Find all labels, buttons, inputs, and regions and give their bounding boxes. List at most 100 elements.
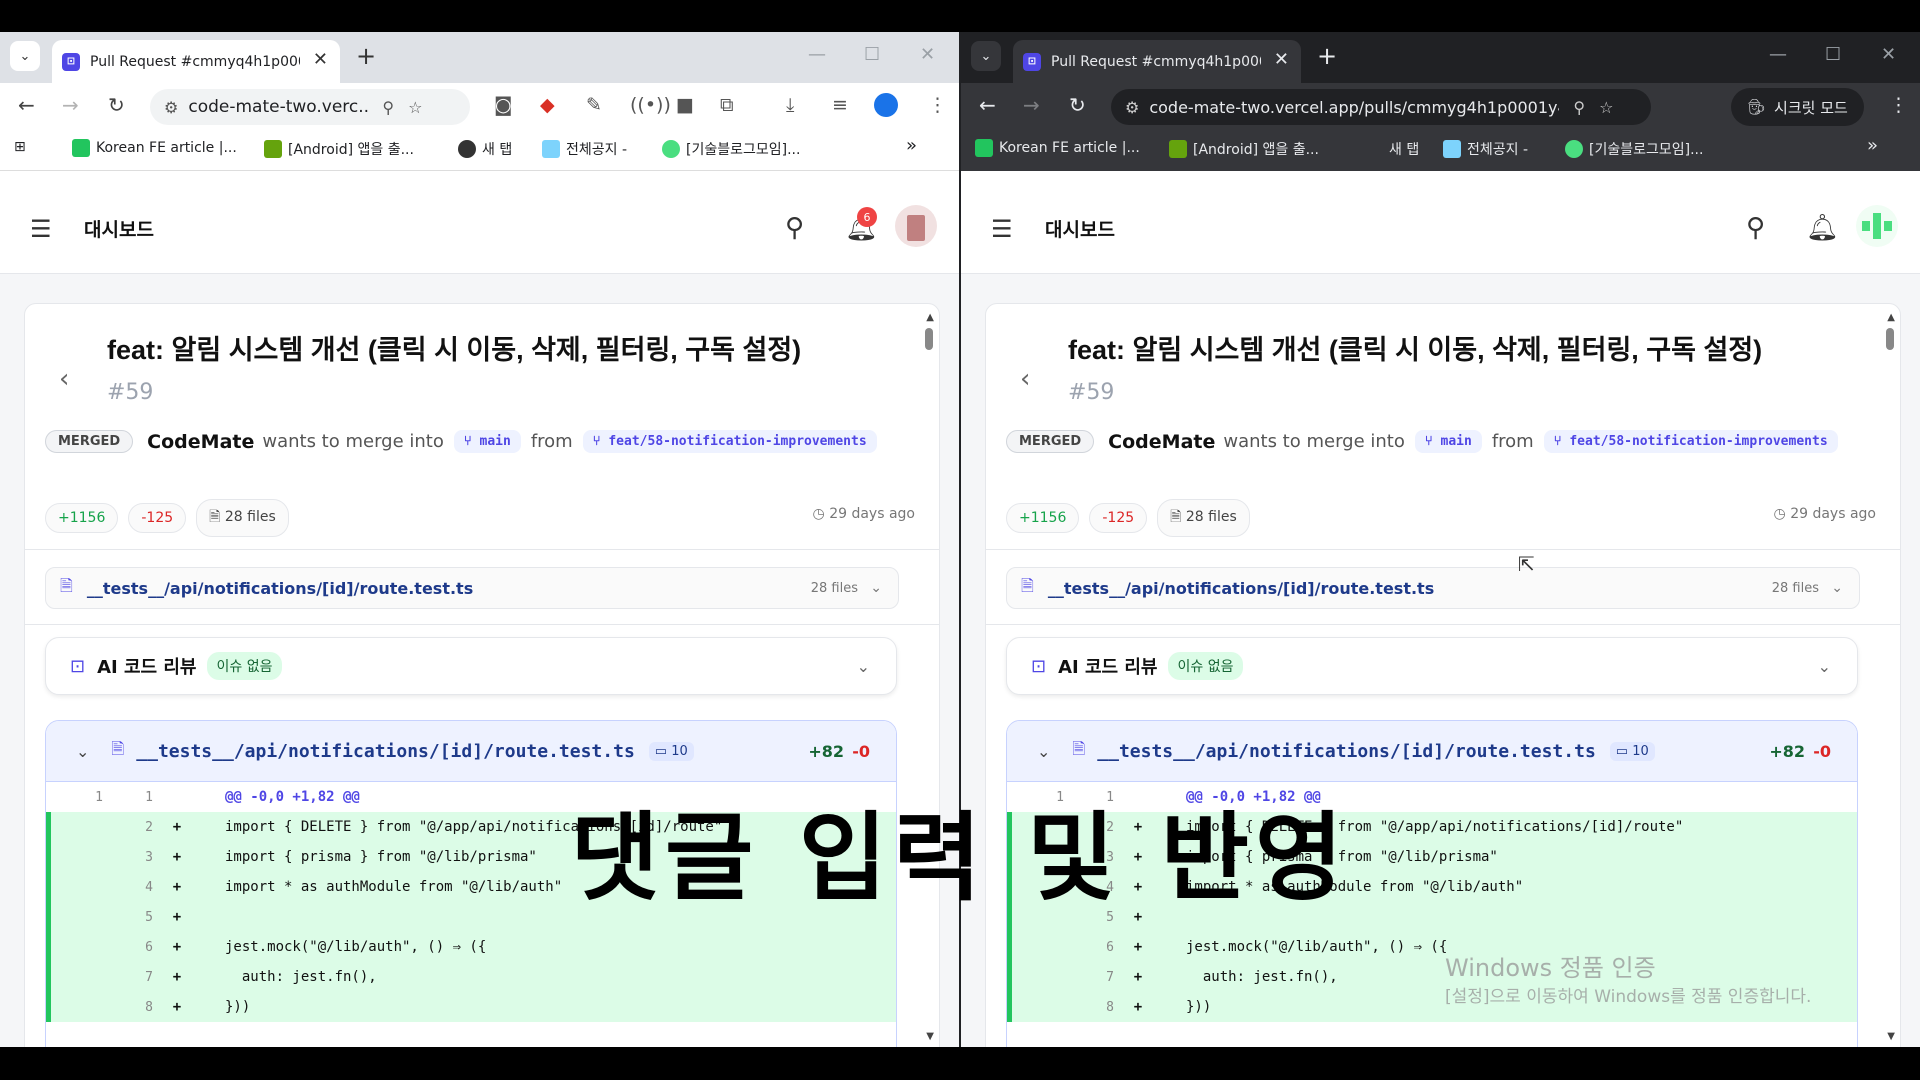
back-icon[interactable]: ← xyxy=(18,93,35,117)
chevron-down-icon[interactable]: ⌄ xyxy=(1818,657,1831,676)
avatar[interactable] xyxy=(895,205,937,247)
chevron-down-icon[interactable]: ⌄ xyxy=(1037,742,1050,761)
close-window-icon[interactable]: ✕ xyxy=(920,44,935,65)
close-window-icon[interactable]: ✕ xyxy=(1881,44,1896,65)
zoom-icon[interactable]: ⚲ xyxy=(382,98,394,117)
bookmark-item[interactable]: [기술블로그모임]... xyxy=(662,139,800,159)
target-branch[interactable]: ⑂ main xyxy=(453,430,521,453)
hamburger-icon[interactable]: ☰ xyxy=(991,215,1013,243)
file-selector-count: 28 files xyxy=(1771,580,1819,596)
bookmark-item[interactable]: 전체공지 - xyxy=(1443,139,1528,159)
chevron-left-icon[interactable]: ‹ xyxy=(1020,364,1030,394)
browser-tab[interactable]: ⊡ Pull Request #cmmyq4h1p000 ✕ xyxy=(52,40,340,83)
more-menu-icon[interactable]: ⋮ xyxy=(928,94,947,116)
source-branch[interactable]: ⑂ feat/58-notification-improvements xyxy=(1543,430,1838,453)
scroll-down-icon[interactable]: ▼ xyxy=(926,1031,934,1042)
bookmark-item[interactable]: 전체공지 - xyxy=(542,139,627,159)
camera-icon[interactable]: ◙ xyxy=(494,94,512,116)
bookmark-favicon-icon xyxy=(975,139,993,157)
new-line-number: 6 xyxy=(1106,939,1114,955)
ai-review-panel[interactable]: ⊡ AI 코드 리뷰 이슈 없음 ⌄ xyxy=(45,637,897,695)
bookmark-item[interactable]: [Android] 앱을 출... xyxy=(264,139,414,159)
diff-line[interactable]: 7 + auth: jest.fn(), xyxy=(46,962,896,992)
divider xyxy=(25,624,939,625)
download-icon[interactable]: ⤓ xyxy=(786,94,794,116)
diff-filename[interactable]: __tests__/api/notifications/[id]/route.t… xyxy=(1097,741,1596,762)
reload-icon[interactable]: ↻ xyxy=(108,93,125,117)
incognito-label: 시크릿 모드 xyxy=(1774,98,1848,117)
maximize-icon[interactable]: ☐ xyxy=(1825,44,1841,65)
apps-grid-icon[interactable]: ⊞ xyxy=(14,139,26,155)
extension-red-icon[interactable]: ◆ xyxy=(540,94,555,116)
diff-line[interactable]: 6 + jest.mock("@/lib/auth", () ⇒ ({ xyxy=(1007,932,1857,962)
minimize-icon[interactable]: — xyxy=(808,44,826,65)
diff-line[interactable]: 6 + jest.mock("@/lib/auth", () ⇒ ({ xyxy=(46,932,896,962)
close-tab-icon[interactable]: ✕ xyxy=(1274,49,1289,70)
search-icon[interactable]: ⚲ xyxy=(785,213,804,243)
reload-icon[interactable]: ↻ xyxy=(1069,93,1086,117)
bookmark-star-icon[interactable]: ☆ xyxy=(1599,98,1613,117)
pr-stats: +1156 -125 🗎︎ 28 files xyxy=(1006,499,1260,537)
address-bar[interactable]: ⚙ code-mate-two.verc... ⚲ ☆ xyxy=(150,89,470,125)
tab-search-button[interactable]: ⌄ xyxy=(971,41,1001,71)
pr-card: ‹ feat: 알림 시스템 개선 (클릭 시 이동, 삭제, 필터링, 구독 … xyxy=(985,303,1901,1047)
chevron-down-icon[interactable]: ⌄ xyxy=(857,657,870,676)
source-branch[interactable]: ⑂ feat/58-notification-improvements xyxy=(582,430,877,453)
new-tab-button[interactable]: + xyxy=(356,42,376,70)
comment-icon: ▭ xyxy=(1615,743,1633,759)
scrollbar-thumb[interactable] xyxy=(1886,328,1894,350)
scroll-down-icon[interactable]: ▼ xyxy=(1887,1031,1895,1042)
browser-tab[interactable]: ⊡ Pull Request #cmmyq4h1p000 ✕ xyxy=(1013,40,1301,83)
bookmark-favicon-icon xyxy=(542,140,560,158)
chevron-down-icon[interactable]: ⌄ xyxy=(76,742,89,761)
new-tab-button[interactable]: + xyxy=(1317,42,1337,70)
incognito-indicator[interactable]: 🕵︎ 시크릿 모드 xyxy=(1731,88,1864,126)
scrollbar[interactable]: ▲ ▼ xyxy=(925,312,934,1042)
extensions-puzzle-icon[interactable]: ⧉ xyxy=(720,94,734,116)
more-bookmarks-icon[interactable]: » xyxy=(906,135,917,156)
scroll-up-icon[interactable]: ▲ xyxy=(926,312,934,323)
scrollbar[interactable]: ▲ ▼ xyxy=(1886,312,1895,1042)
zoom-icon[interactable]: ⚲ xyxy=(1573,98,1585,117)
bell-icon[interactable]: 🔔︎ xyxy=(1806,213,1839,243)
forward-icon[interactable]: → xyxy=(1023,93,1040,117)
bookmark-item[interactable]: [기술블로그모임]... xyxy=(1565,139,1703,159)
more-menu-icon[interactable]: ⋮ xyxy=(1889,94,1908,116)
maximize-icon[interactable]: ☐ xyxy=(864,44,880,65)
file-selector[interactable]: 🗎︎ __tests__/api/notifications/[id]/rout… xyxy=(45,567,899,609)
hamburger-icon[interactable]: ☰ xyxy=(30,215,52,243)
target-branch[interactable]: ⑂ main xyxy=(1414,430,1482,453)
bookmark-item[interactable]: Korean FE article |... xyxy=(975,139,1140,157)
profile-avatar-icon[interactable] xyxy=(874,93,898,117)
chevron-left-icon[interactable]: ‹ xyxy=(59,364,69,394)
diff-line[interactable]: 8 +})) xyxy=(46,992,896,1022)
extension-l-icon[interactable]: ■ xyxy=(676,94,694,116)
avatar[interactable] xyxy=(1856,205,1898,247)
bookmark-star-icon[interactable]: ☆ xyxy=(408,98,422,117)
bookmark-item[interactable]: [Android] 앱을 출... xyxy=(1169,139,1319,159)
more-bookmarks-icon[interactable]: » xyxy=(1867,135,1878,156)
address-bar[interactable]: ⚙ code-mate-two.vercel.app/pulls/cmmyg4h… xyxy=(1111,89,1651,125)
tab-search-button[interactable]: ⌄ xyxy=(10,41,40,71)
scrollbar-thumb[interactable] xyxy=(925,328,933,350)
close-tab-icon[interactable]: ✕ xyxy=(313,49,328,70)
forward-icon[interactable]: → xyxy=(62,93,79,117)
media-control-icon[interactable]: ≡ xyxy=(832,94,848,116)
ai-review-panel[interactable]: ⊡ AI 코드 리뷰 이슈 없음 ⌄ xyxy=(1006,637,1858,695)
bookmark-item[interactable]: 새 탭 xyxy=(1389,139,1419,159)
back-icon[interactable]: ← xyxy=(979,93,996,117)
status-badge: MERGED xyxy=(45,430,134,453)
site-info-icon[interactable]: ⚙ xyxy=(164,98,178,117)
scroll-up-icon[interactable]: ▲ xyxy=(1887,312,1895,323)
tab-title: Pull Request #cmmyq4h1p000 xyxy=(90,53,300,70)
minimize-icon[interactable]: — xyxy=(1769,44,1787,65)
pen-icon[interactable]: ✎ xyxy=(586,94,602,116)
bookmark-item[interactable]: 새 탭 xyxy=(458,139,512,159)
broadcast-icon[interactable]: ((•)) xyxy=(630,94,671,116)
bookmark-item[interactable]: Korean FE article |... xyxy=(72,139,237,157)
search-icon[interactable]: ⚲ xyxy=(1746,213,1765,243)
tab-bar: ⌄ ⊡ Pull Request #cmmyq4h1p000 ✕ + — ☐ ✕ xyxy=(0,32,959,83)
diff-filename[interactable]: __tests__/api/notifications/[id]/route.t… xyxy=(136,741,635,762)
file-selector[interactable]: 🗎︎ __tests__/api/notifications/[id]/rout… xyxy=(1006,567,1860,609)
site-info-icon[interactable]: ⚙ xyxy=(1125,98,1139,117)
